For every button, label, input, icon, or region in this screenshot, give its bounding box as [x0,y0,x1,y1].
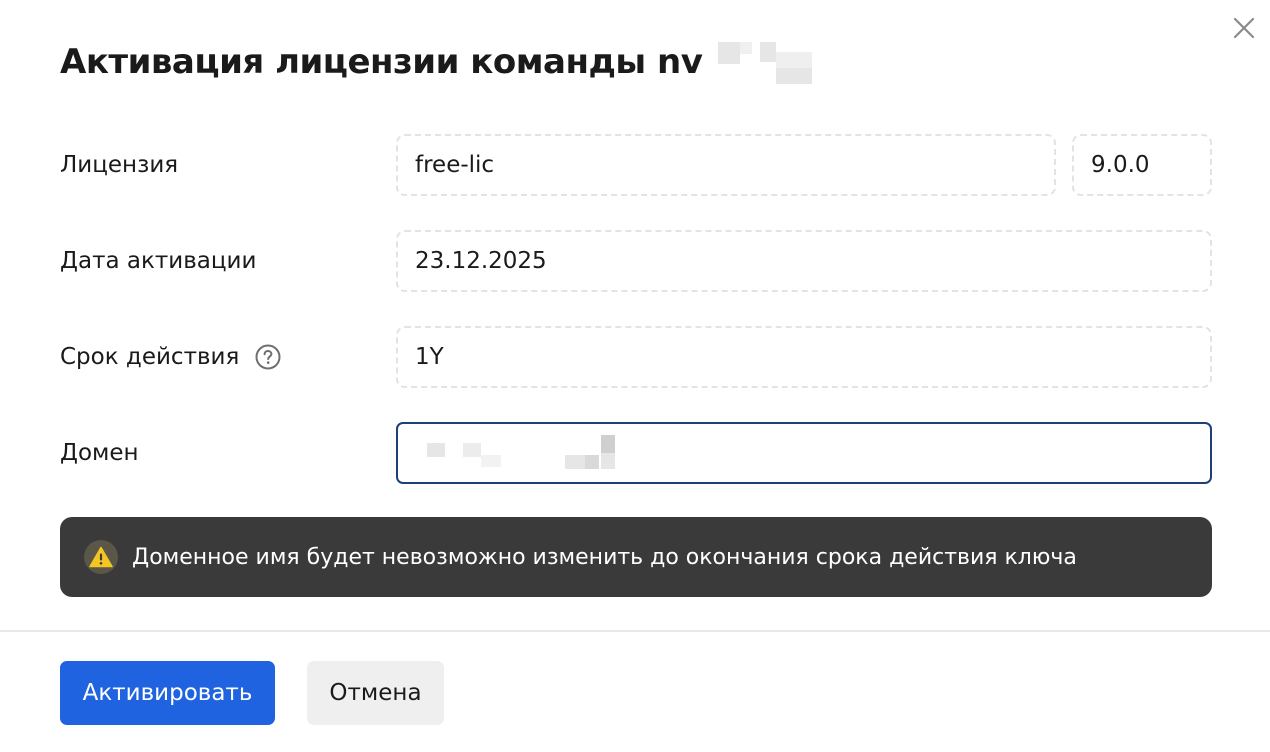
close-button[interactable] [1230,14,1258,42]
dialog-header: Активация лицензии команды nv [60,36,822,88]
domain-input[interactable] [396,422,1212,484]
validity-row: Срок действия 1Y [60,326,1212,388]
license-value: free-lic [415,152,495,178]
cancel-button[interactable]: Отмена [307,661,444,725]
validity-field[interactable]: 1Y [396,326,1212,388]
domain-row: Домен [60,422,1212,484]
license-field[interactable]: free-lic [396,134,1056,196]
activation-date-row: Дата активации 23.12.2025 [60,230,1212,292]
question-circle-icon[interactable] [255,344,281,370]
dialog-title: Активация лицензии команды nv [60,42,703,82]
validity-label: Срок действия [60,344,240,370]
activation-date-value: 23.12.2025 [415,248,547,274]
license-version-field[interactable]: 9.0.0 [1072,134,1212,196]
activate-button[interactable]: Активировать [60,661,275,725]
footer-divider [0,630,1270,632]
domain-label: Домен [60,440,139,466]
redacted-team-name [702,38,822,86]
warning-triangle-icon [84,540,118,574]
warning-text: Доменное имя будет невозможно изменить д… [132,544,1077,570]
license-version-value: 9.0.0 [1091,152,1150,178]
warning-banner: Доменное имя будет невозможно изменить д… [60,517,1212,597]
license-activation-dialog: Активация лицензии команды nv Лицензия f… [0,0,1270,752]
activation-date-label: Дата активации [60,248,257,274]
close-icon [1233,17,1255,39]
validity-label-group: Срок действия [60,326,281,388]
license-row: Лицензия free-lic 9.0.0 [60,134,1212,196]
validity-value: 1Y [415,344,444,370]
license-label: Лицензия [60,152,179,178]
activation-date-field[interactable]: 23.12.2025 [396,230,1212,292]
redacted-domain-value [415,433,635,473]
